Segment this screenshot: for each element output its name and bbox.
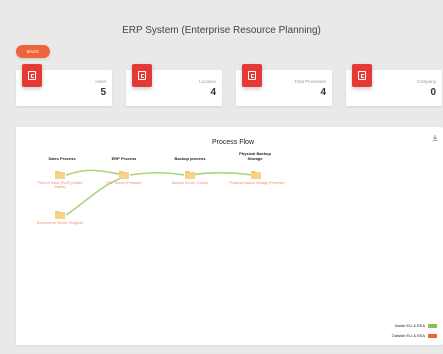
stat-card-company: Company 0 xyxy=(346,64,442,106)
processes-icon xyxy=(242,64,262,87)
stat-label: Total Processes xyxy=(294,79,326,84)
asset-icon xyxy=(22,64,42,87)
stat-label: Company xyxy=(416,79,436,84)
stat-value: 5 xyxy=(100,87,106,98)
legend-swatch-green xyxy=(428,323,437,328)
legend-label: Outside EU & EEA xyxy=(391,333,425,338)
flow-links xyxy=(65,169,253,216)
stat-card-total-processes: Total Processes 4 xyxy=(236,64,332,106)
physical-backup-node-icon[interactable] xyxy=(250,169,262,180)
legend-swatch-orange xyxy=(428,333,437,338)
pos-node-label: Point of Sales (PoS) (United States) xyxy=(37,181,83,190)
company-icon xyxy=(352,64,372,87)
page-title: ERP System (Enterprise Resource Planning… xyxy=(122,25,321,36)
link-pos-erp xyxy=(65,169,125,176)
stat-card-location: Location 4 xyxy=(126,64,222,106)
erp-node-label: ERP Server (Premise) xyxy=(106,181,142,185)
stat-label: Location xyxy=(198,79,216,84)
process-flow-panel: Process Flow Sales Process ERP Process B… xyxy=(16,127,443,345)
backup-node-icon[interactable] xyxy=(184,169,196,180)
back-button[interactable]: BACK xyxy=(16,45,50,58)
link-backup-physical xyxy=(189,171,253,176)
erp-node-icon[interactable] xyxy=(118,169,130,180)
link-erp-backup xyxy=(129,171,185,176)
stat-value: 4 xyxy=(210,87,216,98)
stat-value: 0 xyxy=(430,87,436,98)
legend-outside-eu: Outside EU & EEA xyxy=(392,333,437,338)
pos-node-icon[interactable] xyxy=(54,169,66,180)
stat-card-asset: Asset 5 xyxy=(16,64,112,106)
ecommerce-node-label: Ecommerce Server (Original) xyxy=(36,221,84,225)
physical-backup-node-label: Physical backup storage (Premise) xyxy=(229,181,285,185)
ecommerce-node-icon[interactable] xyxy=(54,209,66,220)
backup-node-label: Backup Server (Cloud) xyxy=(171,181,209,185)
location-icon xyxy=(132,64,152,87)
legend-label: Inside EU & EEA xyxy=(394,323,425,328)
stat-label: Asset xyxy=(94,79,106,84)
stat-value: 4 xyxy=(320,87,326,98)
legend-inside-eu: Inside EU & EEA xyxy=(395,323,437,328)
